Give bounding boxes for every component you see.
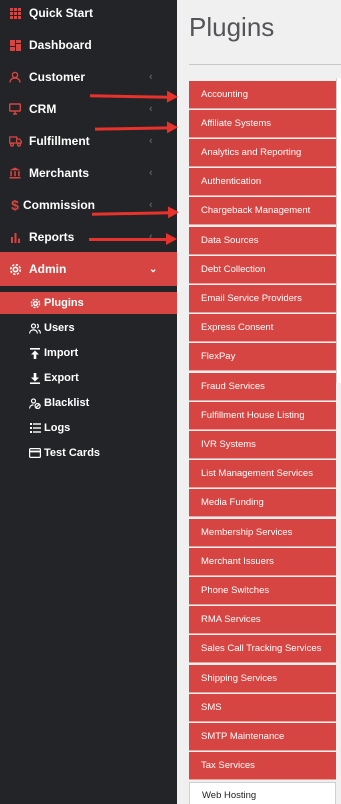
users-icon [29, 322, 41, 334]
plugin-category-item[interactable]: Email Service Providers [189, 285, 336, 313]
sidebar-subitem-test-cards[interactable]: Test Cards [0, 442, 177, 464]
plugin-category-item[interactable]: Tax Services [189, 752, 336, 780]
plugin-category-item[interactable]: Membership Services [189, 519, 336, 547]
bank-icon [8, 166, 22, 180]
plugin-category-item[interactable]: Analytics and Reporting [189, 139, 336, 167]
plugin-category-item[interactable]: Accounting [189, 81, 336, 109]
sidebar-subitem-blacklist[interactable]: Blacklist [0, 392, 177, 414]
chevron-left-icon: ‹ [149, 199, 153, 211]
sidebar-item-label: Quick Start [29, 6, 94, 20]
sidebar-subitem-export[interactable]: Export [0, 367, 177, 389]
plugin-category-item[interactable]: SMTP Maintenance [189, 723, 336, 751]
sidebar-subitem-label: Users [44, 322, 75, 334]
plugin-category-item[interactable]: Shipping Services [189, 665, 336, 693]
plugin-category-item[interactable]: Web Hosting [189, 782, 336, 804]
plugin-category-item[interactable]: Media Funding [189, 489, 336, 517]
sidebar-subitem-label: Export [44, 372, 79, 384]
plugin-category-item[interactable]: Authentication [189, 168, 336, 196]
sidebar-subitem-label: Import [44, 347, 79, 359]
plugin-category-item[interactable]: Fulfillment House Listing [189, 402, 336, 430]
import-icon [29, 347, 41, 359]
chevron-left-icon: ‹ [149, 71, 153, 83]
content-panel-edge [336, 78, 341, 383]
gear-icon [29, 297, 41, 309]
plugin-category-item[interactable]: Phone Switches [189, 577, 336, 605]
monitor-icon [8, 102, 22, 116]
plugin-category-item[interactable]: Affiliate Systems [189, 110, 336, 138]
chevron-down-icon: ⌄ [149, 263, 158, 275]
sidebar-item-label: Reports [29, 230, 75, 244]
sidebar-item-label: Commission [23, 198, 96, 212]
sidebar-item-label: Dashboard [29, 38, 92, 52]
sidebar-subitem-label: Blacklist [44, 397, 90, 409]
plugin-category-item[interactable]: IVR Systems [189, 431, 336, 459]
sidebar-subitem-logs[interactable]: Logs [0, 417, 177, 439]
plugin-category-item[interactable]: FlexPay [189, 343, 336, 371]
plugin-category-item[interactable]: Merchant Issuers [189, 548, 336, 576]
plugin-category-item[interactable]: RMA Services [189, 606, 336, 634]
annotation-arrow [89, 233, 177, 245]
sidebar-item-customer[interactable]: Customer ‹ [0, 61, 177, 93]
plugin-category-item[interactable]: Fraud Services [189, 373, 336, 401]
sidebar-item-fulfillment[interactable]: Fulfillment ‹ [0, 125, 177, 157]
plugin-category-item[interactable]: Sales Call Tracking Services [189, 635, 336, 663]
export-icon [29, 372, 41, 384]
plugin-category-item[interactable]: Express Consent [189, 314, 336, 342]
bar-chart-icon [8, 230, 22, 244]
list-icon [29, 422, 41, 434]
plugin-category-item[interactable]: List Management Services [189, 460, 336, 488]
chevron-left-icon: ‹ [149, 167, 153, 179]
sidebar-subitem-import[interactable]: Import [0, 342, 177, 364]
app-root: Quick Start Dashboard Customer ‹ CRM ‹ F… [0, 0, 341, 804]
main-content: Plugins Accounting Affiliate Systems Ana… [177, 0, 341, 804]
dashboard-icon [8, 38, 22, 52]
sidebar-subitem-label: Test Cards [44, 447, 101, 459]
sidebar-item-label: CRM [29, 102, 57, 116]
plugin-category-item[interactable]: SMS [189, 694, 336, 722]
credit-card-icon [29, 447, 41, 459]
sidebar-item-commission[interactable]: $ Commission ‹ [0, 189, 177, 221]
chevron-left-icon: ‹ [149, 135, 153, 147]
grid-icon [8, 6, 22, 20]
sidebar-item-admin[interactable]: Admin ⌄ [0, 252, 177, 286]
gear-icon [8, 262, 22, 276]
blacklist-icon [29, 397, 41, 409]
customer-icon [8, 70, 22, 84]
plugin-category-item[interactable]: Data Sources [189, 227, 336, 255]
plugin-category-item[interactable]: Chargeback Management [189, 197, 336, 225]
sidebar-item-reports[interactable]: Reports ‹ [0, 221, 177, 253]
sidebar-item-label: Merchants [29, 166, 90, 180]
sidebar-item-label: Admin [29, 262, 67, 276]
sidebar-item-dashboard[interactable]: Dashboard [0, 29, 177, 61]
chevron-left-icon: ‹ [149, 103, 153, 115]
sidebar-item-quick-start[interactable]: Quick Start [0, 0, 177, 29]
truck-icon [8, 134, 22, 148]
sidebar-subitem-plugins[interactable]: Plugins [0, 292, 177, 314]
plugin-category-item[interactable]: Debt Collection [189, 256, 336, 284]
chevron-left-icon: ‹ [149, 231, 153, 243]
sidebar-subitem-label: Logs [44, 422, 71, 434]
sidebar-subitem-label: Plugins [44, 297, 84, 309]
sidebar: Quick Start Dashboard Customer ‹ CRM ‹ F… [0, 0, 177, 804]
dollar-icon: $ [11, 197, 19, 213]
sidebar-item-label: Customer [29, 70, 86, 84]
sidebar-item-merchants[interactable]: Merchants ‹ [0, 157, 177, 189]
sidebar-item-label: Fulfillment [29, 134, 90, 148]
page-title: Plugins [189, 12, 275, 42]
title-divider [189, 64, 341, 65]
sidebar-subitem-users[interactable]: Users [0, 317, 177, 339]
